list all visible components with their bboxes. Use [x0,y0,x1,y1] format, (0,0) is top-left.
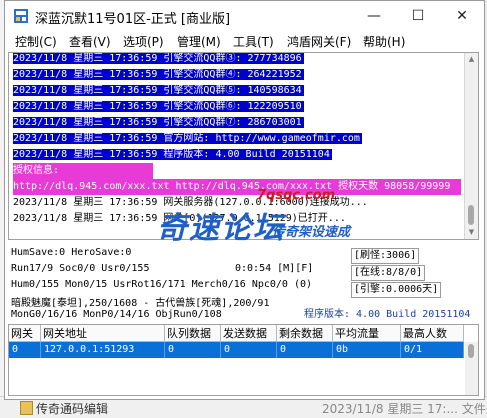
column-header[interactable]: 最高人数 [401,325,464,342]
status-monsters: 暗殿魅魔[泰坦],250/1608 - 古代兽族[死魂],200/91 [11,298,270,309]
gateway-table[interactable]: 网关 网关地址 队列数据 发送数据 剩余数据 平均流量 最高人数 0 127.0… [8,324,479,396]
table-cell: 0 [9,342,41,358]
log-line: 2023/11/8 星期三 17:36:59 程序版本: 4.00 Build … [13,149,332,160]
watermark-url: 7qsqc.com [257,188,336,203]
log-line: 2023/11/8 星期三 17:36:59 引擎交流QQ群⑥: 1222095… [13,101,304,112]
menu-manage[interactable]: 管理(M) [177,33,221,50]
menu-help[interactable]: 帮助(H) [363,33,405,50]
close-button[interactable]: ✕ [440,1,484,31]
log-line: 2023/11/8 星期三 17:36:59 引擎交流QQ群④: 2642219… [13,69,304,80]
table-cell: 127.0.0.1:51293 [41,342,165,358]
menu-gateway-shield[interactable]: 鸿盾网关(F) [287,33,351,50]
menu-view[interactable]: 查看(V) [69,33,111,50]
status-hum: Hum0/155 Mon0/15 UsrRot16/171 Merch0/16 … [11,279,313,290]
background-item: 传奇通码编辑 [36,402,109,416]
column-header[interactable]: 发送数据 [221,325,277,342]
log-scroll-thumb[interactable] [468,205,474,225]
column-header[interactable]: 网关地址 [41,325,165,342]
status-run: Run17/9 Soc0/0 Usr0/155 [11,263,150,274]
auth-label: 授权信息: [13,163,153,179]
minimize-button[interactable]: — [352,1,396,31]
menu-bar: 控制(C) 查看(V) 选项(P) 管理(M) 工具(T) 鸿盾网关(F) 帮助… [5,31,484,52]
status-engine: [引擎:0.0006天] [351,282,442,298]
title-bar[interactable]: 深蓝沉默11号01区-正式 [商业版] — ☐ ✕ [5,1,484,31]
table-scroll-thumb[interactable] [468,344,474,358]
status-online: [在线:8/8/0] [351,265,426,281]
column-header[interactable]: 剩余数据 [277,325,333,342]
column-header[interactable]: 网关 [9,325,41,342]
table-cell: 0 [277,342,333,358]
column-header[interactable]: 平均流量 [333,325,401,342]
log-line: 2023/11/8 星期三 17:36:59 引擎交流QQ群⑤: 1405986… [13,85,304,96]
table-cell: 0/1 [401,342,464,358]
folder-icon [20,401,33,415]
column-header[interactable]: 队列数据 [165,325,221,342]
watermark-sub: 传奇架设速成 [272,225,351,240]
log-line: 2023/11/8 星期三 17:36:59 官方网站: http://www.… [13,133,362,144]
scroll-up-icon[interactable]: ▲ [467,55,476,64]
status-timer: 0:0:54 [M][F] [235,263,314,274]
status-panel: HumSave:0 HeroSave:0 [刷怪:3006] Run17/9 S… [8,244,479,322]
table-cell: 0 [221,342,277,358]
log-scrollbar[interactable]: ▲ ▼ [464,53,478,239]
window-title: 深蓝沉默11号01区-正式 [商业版] [35,12,231,27]
menu-control[interactable]: 控制(C) [15,33,57,50]
main-window: 深蓝沉默11号01区-正式 [商业版] — ☐ ✕ 控制(C) 查看(V) 选项… [4,0,485,400]
menu-options[interactable]: 选项(P) [123,33,164,50]
log-line: 2023/11/8 星期三 17:36:59 引擎交流QQ群③: 2777348… [13,53,304,64]
background-info: 2023/11/8 星期三 17:... 文件夹 [322,402,487,416]
menu-tools[interactable]: 工具(T) [233,33,274,50]
status-version: 程序版本: 4.00 Build 20151104 [304,309,471,320]
table-scrollbar[interactable] [465,342,478,395]
table-cell: 0b [333,342,401,358]
watermark: 7qsqc.com 奇速论坛 传奇架设速成 [157,187,397,253]
app-icon [14,9,28,23]
maximize-button[interactable]: ☐ [396,1,440,31]
status-mon: MonG0/16/16 MonP0/14/16 ObjRun0/108 [11,309,222,320]
status-save: HumSave:0 HeroSave:0 [11,247,132,258]
table-cell: 0 [165,342,221,358]
log-line: 2023/11/8 星期三 17:36:59 引擎交流QQ群⑦: 2867030… [13,117,304,128]
watermark-main: 奇速论坛 [157,211,285,246]
scroll-down-icon[interactable]: ▼ [467,228,476,237]
